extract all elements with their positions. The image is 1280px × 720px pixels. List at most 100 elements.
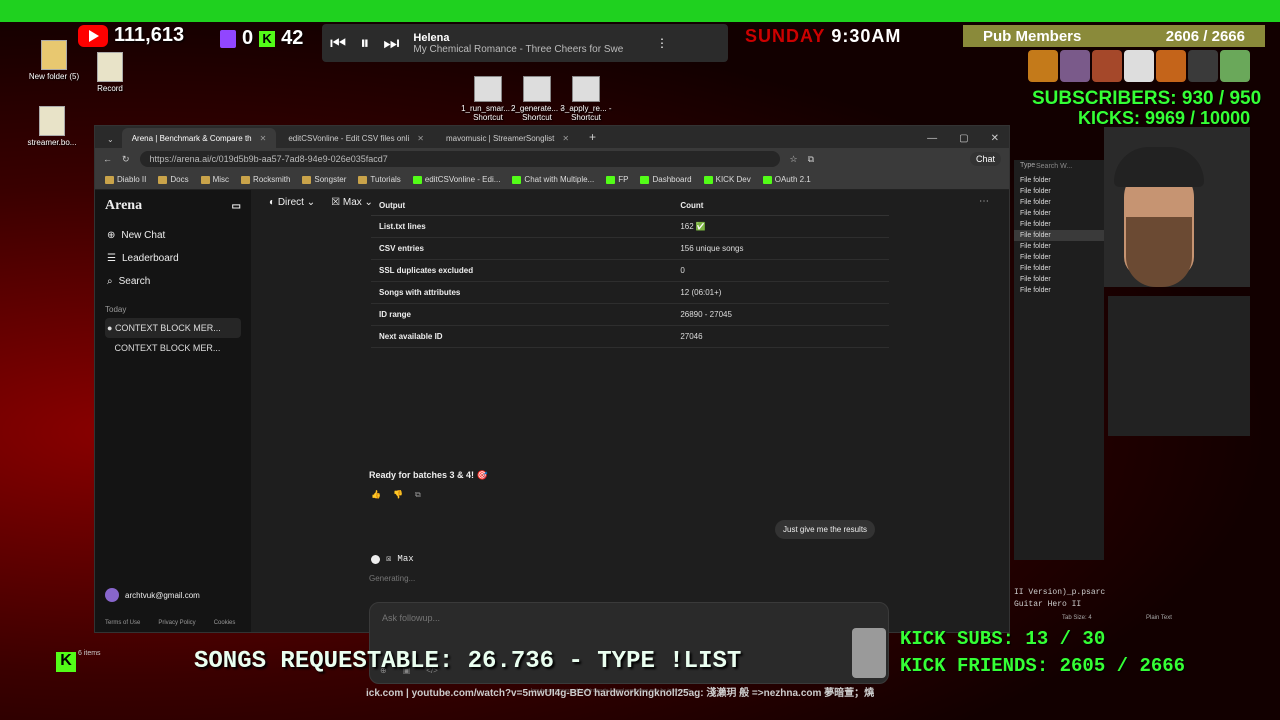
list-item[interactable]: File folder xyxy=(1014,252,1104,263)
history-item[interactable]: ● CONTEXT BLOCK MER... xyxy=(105,318,241,338)
next-track-icon[interactable]: ⏭ xyxy=(383,33,399,54)
avatar xyxy=(1028,50,1058,82)
close-icon[interactable]: ✕ xyxy=(260,134,267,143)
list-item[interactable]: File folder xyxy=(1014,285,1104,296)
bookmark-tutorials[interactable]: Tutorials xyxy=(358,175,401,184)
kicks-goal: KICKS: 9969 / 10000 xyxy=(1078,108,1251,128)
sidebar-item-search[interactable]: ⌕ Search xyxy=(105,270,241,293)
bookmark-editcsv[interactable]: editCSVonline - Edi... xyxy=(412,175,500,184)
close-icon[interactable]: ✕ xyxy=(562,134,569,143)
tab-size-status[interactable]: Tab Size: 4 xyxy=(1062,615,1092,621)
kick-icon xyxy=(762,175,772,184)
bookmark-label: Diablo II xyxy=(117,175,147,184)
track-subtitle: My Chemical Romance - Three Cheers for S… xyxy=(413,43,624,55)
table-row: Next available ID 27046 xyxy=(371,325,889,348)
cookies-link[interactable]: Cookies xyxy=(214,620,236,626)
file-icon xyxy=(39,106,65,136)
list-item[interactable]: File folder xyxy=(1014,175,1104,186)
tab-editcsv[interactable]: editCSVonline - Edit CSV files onli ✕ xyxy=(278,128,434,148)
list-item[interactable]: File folder xyxy=(1014,219,1104,230)
tab-songlist[interactable]: mavomusic | StreamerSonglist ✕ xyxy=(436,128,579,148)
desktop-icon-streamer[interactable]: streamer.bo... xyxy=(22,106,82,147)
status-items: 6 items xyxy=(78,650,101,657)
new-tab-icon[interactable]: + xyxy=(581,130,604,148)
tab-bar: ⌄ Arena | Benchmark & Compare th ✕ editCS… xyxy=(95,126,1009,148)
bookmark-docs[interactable]: Docs xyxy=(158,175,189,184)
url-field[interactable]: https://arena.ai/c/019d5b9b-aa57-7ad8-94… xyxy=(139,151,780,167)
maximize-icon[interactable]: ▢ xyxy=(959,133,968,144)
history-item-label: CONTEXT BLOCK MER... xyxy=(114,343,221,353)
bookmark-oauth[interactable]: OAuth 2.1 xyxy=(762,175,811,184)
bookmark-fp[interactable]: FP xyxy=(606,175,628,184)
generating-status: Generating... xyxy=(369,574,416,583)
tab-arena[interactable]: Arena | Benchmark & Compare th ✕ xyxy=(121,128,277,148)
twitch-icon xyxy=(220,29,236,48)
more-icon[interactable]: ⋮ xyxy=(656,36,668,50)
track-title: Helena xyxy=(413,31,450,44)
file-icon xyxy=(97,52,123,82)
list-item[interactable]: File folder xyxy=(1014,274,1104,285)
kick-icon xyxy=(703,175,713,184)
star-icon[interactable]: ☆ xyxy=(790,154,798,165)
list-item[interactable]: File folder xyxy=(1014,241,1104,252)
model-selector[interactable]: ☒ Max ⌄ xyxy=(331,197,373,208)
language-status[interactable]: Plain Text xyxy=(1146,615,1172,621)
bookmark-songster[interactable]: Songster xyxy=(302,175,346,184)
terms-link[interactable]: Terms of Use xyxy=(105,620,140,626)
list-item[interactable]: File folder xyxy=(1014,186,1104,197)
copy-icon[interactable]: ⧉ xyxy=(415,490,421,500)
avatar xyxy=(105,588,119,602)
bookmark-rocksmith[interactable]: Rocksmith xyxy=(241,175,290,184)
songs-requestable: SONGS REQUESTABLE: 26.736 - TYPE !LIST xyxy=(194,648,742,675)
arena-logo[interactable]: Arena ▭ xyxy=(105,198,241,214)
tab-list-icon[interactable]: ⌄ xyxy=(101,135,120,148)
desktop-icon-shortcut-3[interactable]: 3_apply_re... - Shortcut xyxy=(556,76,616,122)
bookmark-misc[interactable]: Misc xyxy=(200,175,230,184)
peg-game xyxy=(1108,296,1250,436)
mode-selector[interactable]: ◐ Direct ⌄ xyxy=(269,197,315,208)
thumbs-down-icon[interactable]: 👎 xyxy=(393,490,403,500)
list-item[interactable]: File folder xyxy=(1014,263,1104,274)
table-cell: 27046 xyxy=(672,325,889,348)
editor-line: II Version)_p.psarc xyxy=(1014,588,1106,597)
bookmark-chat[interactable]: Chat with Multiple... xyxy=(512,175,594,184)
sidebar-item-new-chat[interactable]: ⊕ New Chat xyxy=(105,224,241,247)
table-cell: List.txt lines xyxy=(371,215,673,238)
kick-icon: K xyxy=(259,30,276,47)
sidebar-item-leaderboard[interactable]: ☰ Leaderboard xyxy=(105,247,241,270)
reload-icon[interactable]: ↻ xyxy=(122,154,130,165)
user-account[interactable]: archtvuk@gmail.com xyxy=(105,588,200,602)
close-icon[interactable]: ✕ xyxy=(417,134,424,143)
desktop-icon-record[interactable]: Record xyxy=(80,52,140,93)
subscribers-goal: SUBSCRIBERS: 930 / 950 xyxy=(1032,88,1262,109)
bookmark-label: Rocksmith xyxy=(253,175,291,184)
bookmark-dashboard[interactable]: Dashboard xyxy=(640,175,692,184)
bookmark-label: Chat with Multiple... xyxy=(524,175,595,184)
history-item[interactable]: CONTEXT BLOCK MER... xyxy=(105,338,241,358)
site-icon xyxy=(412,175,422,184)
pause-icon[interactable]: ⏸ xyxy=(360,33,369,54)
more-icon[interactable]: ⋯ xyxy=(979,196,989,207)
extensions-icon[interactable]: ⧉ xyxy=(808,154,814,165)
privacy-link[interactable]: Privacy Policy xyxy=(158,620,195,626)
back-icon[interactable]: ← xyxy=(103,154,112,164)
desktop-icon-new-folder[interactable]: New folder (5) xyxy=(24,40,84,81)
previous-track-icon[interactable]: ⏮ xyxy=(330,33,346,54)
folder-icon xyxy=(158,175,168,184)
close-window-icon[interactable]: ✕ xyxy=(991,133,999,144)
list-item[interactable]: File folder xyxy=(1014,208,1104,219)
followup-input[interactable] xyxy=(382,613,862,623)
thumbs-up-icon[interactable]: 👍 xyxy=(371,490,381,500)
list-item[interactable]: File folder xyxy=(1014,197,1104,208)
day-time: SUNDAY 9:30AM xyxy=(745,26,901,47)
minimize-icon[interactable]: — xyxy=(927,133,937,144)
bookmark-kick-dev[interactable]: KICK Dev xyxy=(703,175,751,184)
avatar xyxy=(1060,50,1090,82)
list-icon: ☰ xyxy=(107,253,116,264)
bookmark-diablo[interactable]: Diablo II xyxy=(105,175,146,184)
bookmark-label: Misc xyxy=(212,175,230,184)
list-item[interactable]: File folder xyxy=(1014,230,1104,241)
chat-button[interactable]: Chat xyxy=(969,152,1001,166)
sidebar-toggle-icon[interactable]: ▭ xyxy=(232,201,241,212)
explorer-search[interactable]: Search W... xyxy=(1036,163,1072,170)
